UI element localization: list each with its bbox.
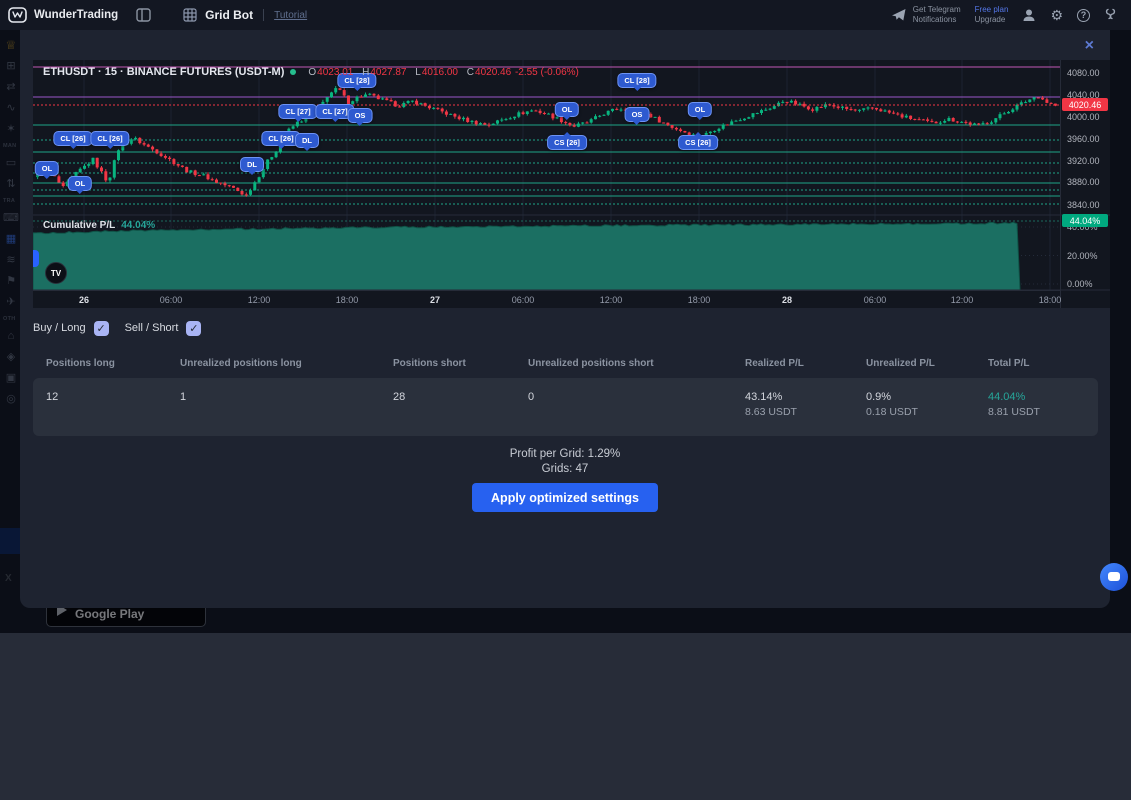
plan-upgrade[interactable]: Free plan Upgrade — [975, 5, 1009, 25]
backtest-results-modal: × OLCL [26]OLCL [26]DLCL [26]CL [27]DLCL… — [20, 30, 1110, 608]
positions-table: Positions long Unrealized positions long… — [33, 348, 1098, 436]
filter-label-sell-short: Sell / Short — [125, 322, 179, 334]
axis-label: 3960.00 — [1067, 134, 1100, 144]
table-row: 12 1 28 0 43.14%8.63 USDT 0.9%0.18 USDT … — [33, 378, 1098, 436]
cell-realized-pl: 43.14%8.63 USDT — [745, 391, 866, 436]
axis-label: 4080.00 — [1067, 68, 1100, 78]
col-header-positions-short: Positions short — [393, 358, 528, 369]
pane-handle[interactable] — [33, 250, 39, 267]
axis-label: 20.00% — [1067, 251, 1098, 261]
tradingview-logo-icon[interactable]: TV — [45, 262, 67, 284]
col-header-total-pl: Total P/L — [988, 358, 1098, 369]
cell-total-pl: 44.04%8.81 USDT — [988, 391, 1098, 436]
position-markers-layer: OLCL [26]OLCL [26]DLCL [26]CL [27]DLCL [… — [33, 60, 1060, 290]
grids-count-text: Grids: 47 — [20, 462, 1110, 477]
position-marker-ol[interactable]: OL — [555, 102, 579, 117]
tradingview-chart[interactable]: OLCL [26]OLCL [26]DLCL [26]CL [27]DLCL [… — [33, 60, 1110, 308]
position-marker-cs-26[interactable]: CS [26] — [547, 135, 587, 150]
last-price-badge: 4020.46 — [1062, 98, 1108, 111]
price-axis[interactable]: 4080.004040.004000.003960.003920.003880.… — [1060, 60, 1110, 308]
col-header-unrealized-short: Unrealized positions short — [528, 358, 745, 369]
plan-badge: Free plan — [975, 5, 1009, 15]
position-marker-cl-28[interactable]: CL [28] — [617, 73, 656, 88]
position-marker-cl-26[interactable]: CL [26] — [90, 131, 129, 146]
account-icon[interactable] — [1022, 8, 1036, 22]
position-marker-ol[interactable]: OL — [35, 161, 59, 176]
cell-unrealized-pl: 0.9%0.18 USDT — [866, 391, 988, 436]
optimization-summary: Profit per Grid: 1.29% Grids: 47 — [20, 447, 1110, 477]
position-marker-os[interactable]: OS — [625, 107, 650, 122]
telegram-icon[interactable] — [891, 8, 907, 22]
position-marker-cl-26[interactable]: CL [26] — [53, 131, 92, 146]
app-background: ♕⊞⇄∿✶MAN▭⇅TRA⌨▦≋⚑✈OTH⌂◈▣◎ X GET IT ON Go… — [0, 30, 1131, 633]
axis-label: 4000.00 — [1067, 112, 1100, 122]
sidebar-toggle-icon[interactable] — [136, 8, 151, 22]
time-axis-label: 06:00 — [512, 295, 535, 305]
time-axis-label: 12:00 — [600, 295, 623, 305]
time-axis-label: 27 — [430, 295, 440, 305]
telegram-line1: Get Telegram — [913, 5, 961, 15]
position-marker-cs-26[interactable]: CS [26] — [678, 135, 718, 150]
cumulative-pl-legend: Cumulative P/L 44.04% — [43, 220, 155, 231]
brand-name: WunderTrading — [34, 9, 118, 21]
cell-positions-short: 28 — [393, 391, 528, 436]
api-streams-icon[interactable] — [1104, 8, 1117, 22]
telegram-notifications-label[interactable]: Get Telegram Notifications — [913, 5, 961, 24]
ohlc-values: O4023.01 H4027.87 L4016.00 C4020.46 -2.5… — [302, 67, 578, 78]
support-chat-button[interactable] — [1100, 563, 1128, 591]
page-title: Grid Bot — [205, 8, 253, 22]
help-icon[interactable]: ? — [1077, 9, 1090, 22]
table-header-row: Positions long Unrealized positions long… — [33, 348, 1098, 378]
buy-long-checkbox[interactable]: ✓ — [94, 321, 109, 336]
profit-per-grid-text: Profit per Grid: 1.29% — [20, 447, 1110, 462]
upgrade-link[interactable]: Upgrade — [975, 15, 1009, 25]
axis-label: 3880.00 — [1067, 177, 1100, 187]
time-axis-label: 12:00 — [248, 295, 271, 305]
settings-gear-icon[interactable]: ⚙ — [1050, 8, 1063, 22]
time-axis-label: 18:00 — [688, 295, 711, 305]
col-header-positions-long: Positions long — [46, 358, 180, 369]
axis-label: 0.00% — [1067, 279, 1093, 289]
position-marker-ol[interactable]: OL — [688, 102, 712, 117]
position-marker-os[interactable]: OS — [348, 108, 373, 123]
divider — [263, 9, 264, 21]
cumulative-pl-value: 44.04% — [121, 220, 155, 231]
filter-label-buy-long: Buy / Long — [33, 322, 86, 334]
apply-optimized-settings-button[interactable]: Apply optimized settings — [472, 483, 658, 512]
axis-label: 3840.00 — [1067, 200, 1100, 210]
position-marker-ol[interactable]: OL — [68, 176, 92, 191]
telegram-line2: Notifications — [913, 15, 961, 25]
sell-short-checkbox[interactable]: ✓ — [186, 321, 201, 336]
col-header-unrealized-long: Unrealized positions long — [180, 358, 393, 369]
time-axis-label: 26 — [79, 295, 89, 305]
time-axis-label: 06:00 — [160, 295, 183, 305]
symbol-title[interactable]: ETHUSDT · 15 · BINANCE FUTURES (USDT-M) — [43, 66, 284, 78]
cumulative-pl-title: Cumulative P/L — [43, 220, 115, 231]
grid-bot-icon — [183, 8, 197, 22]
cell-unrealized-long: 1 — [180, 391, 393, 436]
position-filters: Buy / Long ✓ Sell / Short ✓ — [33, 318, 201, 338]
position-marker-dl[interactable]: DL — [240, 157, 264, 172]
col-header-unrealized-pl: Unrealized P/L — [866, 358, 988, 369]
cell-positions-long: 12 — [46, 391, 180, 436]
time-axis-label: 12:00 — [951, 295, 974, 305]
time-axis-label: 18:00 — [336, 295, 359, 305]
time-axis-label: 28 — [782, 295, 792, 305]
col-header-realized-pl: Realized P/L — [745, 358, 866, 369]
cumulative-pl-badge: 44.04% — [1062, 214, 1108, 227]
time-axis[interactable]: 26 06:00 12:00 18:00 27 06:00 12:00 18:00 28 06:0… — [33, 290, 1060, 308]
position-marker-dl[interactable]: DL — [295, 133, 319, 148]
time-axis-label: 18:00 — [1039, 295, 1062, 305]
wundertrading-logo-icon[interactable] — [8, 7, 27, 23]
close-icon[interactable]: × — [1085, 38, 1094, 54]
topbar: WunderTrading Grid Bot Tutorial Get Tele… — [0, 0, 1131, 30]
position-marker-cl-27[interactable]: CL [27] — [278, 104, 317, 119]
cell-unrealized-short: 0 — [528, 391, 745, 436]
market-status-icon — [290, 69, 296, 75]
axis-label: 3920.00 — [1067, 156, 1100, 166]
chart-legend: ETHUSDT · 15 · BINANCE FUTURES (USDT-M) … — [43, 66, 579, 78]
time-axis-label: 06:00 — [864, 295, 887, 305]
tutorial-link[interactable]: Tutorial — [274, 10, 307, 21]
